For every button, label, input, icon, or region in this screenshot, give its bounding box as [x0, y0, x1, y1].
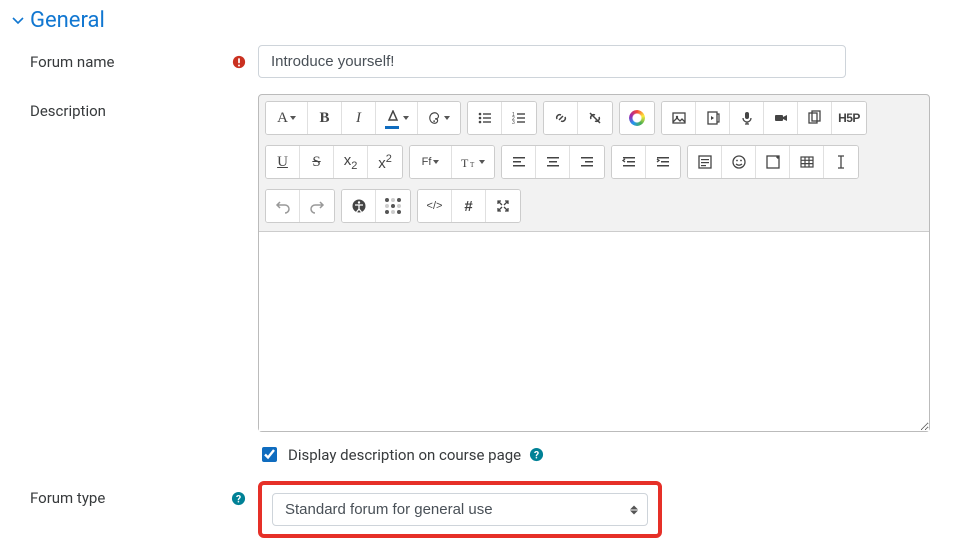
indent-button[interactable] — [646, 146, 680, 178]
record-audio-button[interactable] — [730, 102, 764, 134]
image-button[interactable] — [662, 102, 696, 134]
row-forum-name: Forum name — [12, 45, 952, 78]
redo-button[interactable] — [300, 190, 334, 222]
forum-name-label: Forum name — [30, 53, 114, 71]
undo-button[interactable] — [266, 190, 300, 222]
required-icon — [232, 55, 246, 69]
row-forum-type: Forum type ? Standard forum for general … — [12, 481, 952, 538]
display-description-row: Display description on course page ? — [258, 444, 948, 465]
help-icon[interactable]: ? — [529, 447, 544, 462]
font-family-dropdown[interactable]: Ff — [410, 146, 452, 178]
svg-text:3: 3 — [512, 120, 515, 126]
emoji-picker-button[interactable] — [620, 102, 654, 134]
italic-button[interactable]: I — [342, 102, 376, 134]
table-button[interactable] — [790, 146, 824, 178]
editor-toolbar-row-2: U S x2 x2 Ff TT — [259, 139, 929, 181]
bullet-list-button[interactable] — [468, 102, 502, 134]
record-video-button[interactable] — [764, 102, 798, 134]
accessibility-checker-button[interactable] — [342, 190, 376, 222]
fullscreen-button[interactable] — [486, 190, 520, 222]
superscript-button[interactable]: x2 — [368, 146, 402, 178]
align-center-button[interactable] — [536, 146, 570, 178]
html-source-button[interactable]: </> — [418, 190, 452, 222]
insert-character-button[interactable] — [756, 146, 790, 178]
subscript-button[interactable]: x2 — [334, 146, 368, 178]
editor-toolbar-row-1: A B I 123 — [259, 95, 929, 137]
forum-type-label: Forum type — [30, 489, 105, 507]
outdent-button[interactable] — [612, 146, 646, 178]
svg-text:T: T — [461, 156, 469, 169]
paragraph-style-dropdown[interactable]: A — [266, 102, 308, 134]
section-toggle-general[interactable]: General — [12, 8, 952, 33]
align-right-button[interactable] — [570, 146, 604, 178]
display-description-checkbox[interactable] — [262, 447, 277, 462]
row-description: Description A B I — [12, 94, 952, 465]
media-button[interactable] — [696, 102, 730, 134]
hash-button[interactable]: # — [452, 190, 486, 222]
strikethrough-button[interactable]: S — [300, 146, 334, 178]
h5p-button[interactable]: H5P — [832, 102, 866, 134]
insert-emoticon-button[interactable] — [722, 146, 756, 178]
align-left-button[interactable] — [502, 146, 536, 178]
equation-button[interactable] — [688, 146, 722, 178]
chevron-down-icon — [12, 15, 24, 27]
bold-button[interactable]: B — [308, 102, 342, 134]
unlink-button[interactable] — [578, 102, 612, 134]
description-textarea[interactable] — [259, 231, 929, 431]
display-description-label: Display description on course page — [288, 446, 521, 464]
numbered-list-button[interactable]: 123 — [502, 102, 536, 134]
font-size-dropdown[interactable]: TT — [452, 146, 494, 178]
forum-type-select[interactable]: Standard forum for general use — [272, 493, 648, 526]
manage-files-button[interactable] — [798, 102, 832, 134]
underline-button[interactable]: U — [266, 146, 300, 178]
forum-name-input[interactable] — [258, 45, 846, 78]
svg-text:?: ? — [236, 492, 241, 505]
help-icon[interactable]: ? — [231, 491, 246, 506]
forum-type-highlight: Standard forum for general use — [258, 481, 662, 538]
editor-toolbar-row-3: </> # — [259, 183, 929, 231]
screenreader-helper-button[interactable] — [376, 190, 410, 222]
svg-text:?: ? — [534, 448, 539, 461]
description-label: Description — [30, 102, 106, 120]
rich-text-editor: A B I 123 — [258, 94, 930, 432]
text-color-dropdown[interactable] — [376, 102, 418, 134]
svg-text:T: T — [470, 161, 475, 169]
more-formatting-dropdown[interactable] — [418, 102, 460, 134]
section-title: General — [30, 8, 105, 33]
clear-formatting-button[interactable] — [824, 146, 858, 178]
link-button[interactable] — [544, 102, 578, 134]
